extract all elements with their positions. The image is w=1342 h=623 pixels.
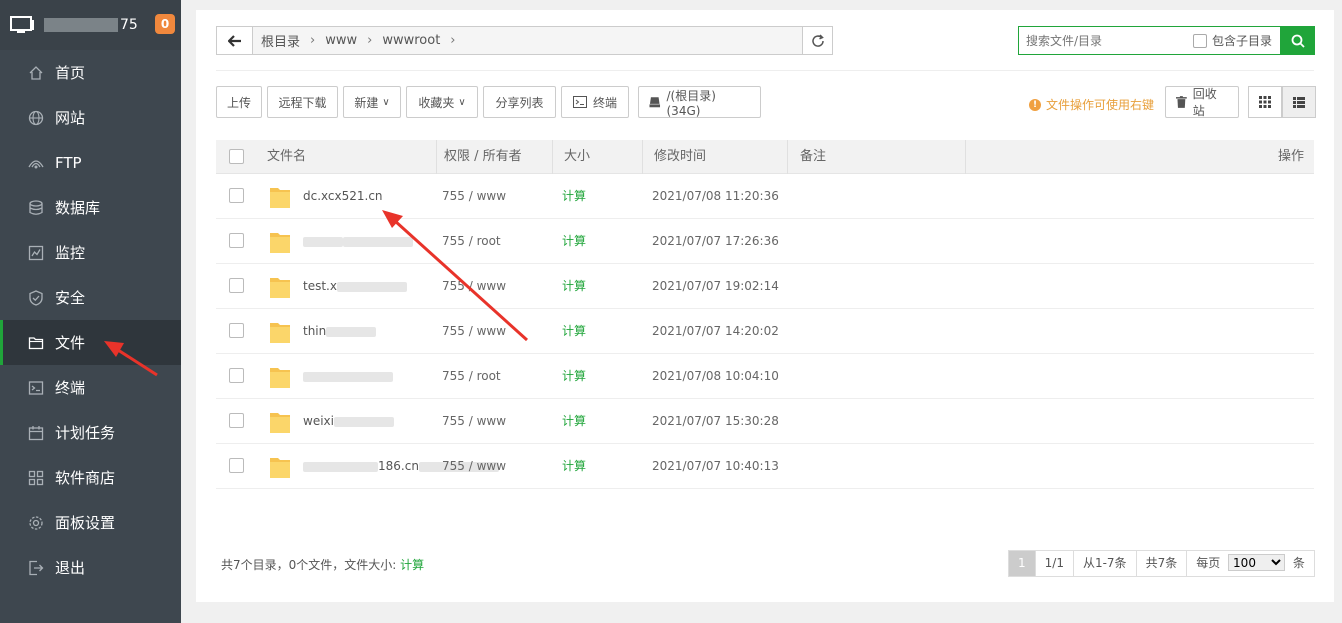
annotation-arrows xyxy=(104,210,529,377)
arrow-to-site-folder xyxy=(382,210,529,342)
arrow-to-file-menu xyxy=(104,341,158,377)
